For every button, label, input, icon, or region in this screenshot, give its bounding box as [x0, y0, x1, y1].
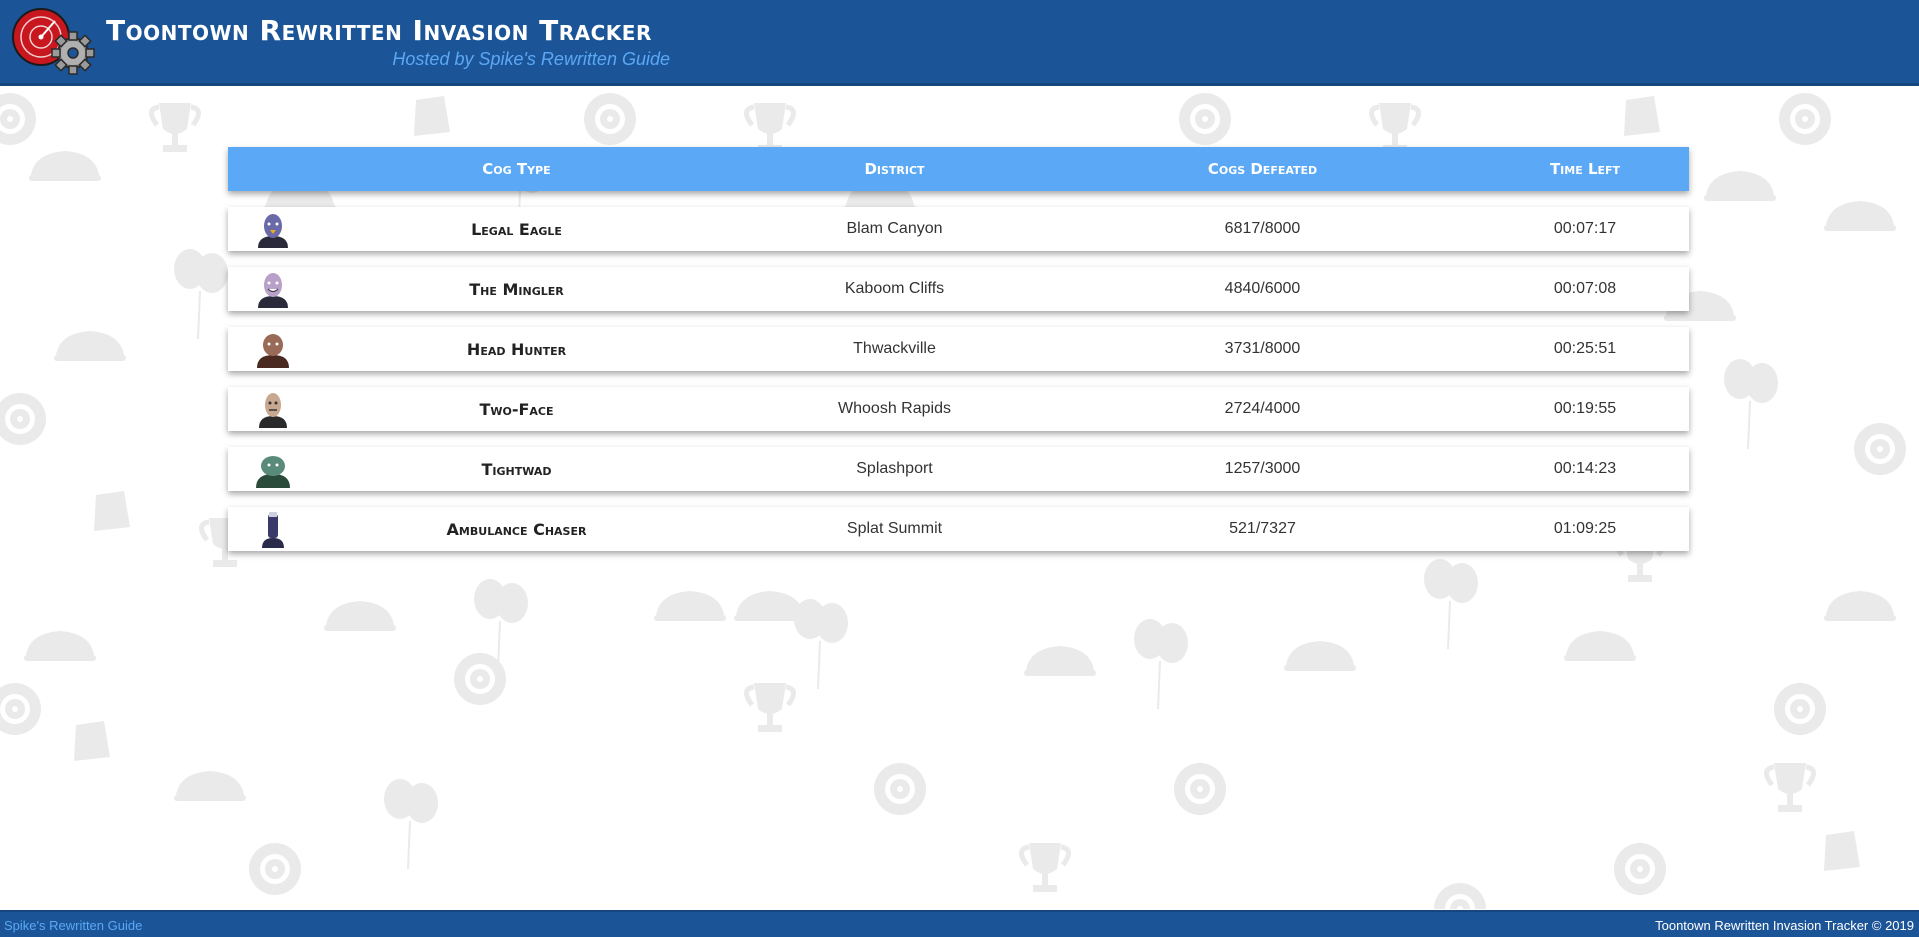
cog-avatar-icon: [254, 450, 292, 488]
cogs-defeated-cell: 2724/4000: [1224, 400, 1301, 417]
district-cell: Thwackville: [853, 340, 936, 357]
time-left-cell: 01:09:25: [1553, 520, 1617, 537]
cogs-defeated-cell: 1257/3000: [1224, 460, 1301, 477]
cog-avatar-icon: [254, 510, 292, 548]
cog-type-cell: Ambulance Chaser: [446, 519, 587, 539]
cog-avatar-icon: [254, 270, 292, 308]
cog-type-cell: The Mingler: [469, 279, 564, 299]
cogs-defeated-cell: 4840/6000: [1224, 280, 1301, 297]
district-cell: Kaboom Cliffs: [844, 280, 945, 297]
invasion-table: Cog Type District Cogs Defeated Time Lef…: [228, 147, 1689, 551]
table-header: Cog Type District Cogs Defeated Time Lef…: [228, 147, 1689, 191]
column-header-district[interactable]: District: [745, 160, 1044, 178]
table-row: Head Hunter Thwackville 3731/8000 00:25:…: [228, 327, 1689, 371]
cog-type-cell: Two-Face: [479, 399, 554, 419]
table-row: Ambulance Chaser Splat Summit 521/7327 0…: [228, 507, 1689, 551]
header-bar: Toontown Rewritten Invasion Tracker Host…: [0, 0, 1919, 86]
page-title: Toontown Rewritten Invasion Tracker: [106, 14, 652, 47]
cog-avatar-icon: [254, 390, 292, 428]
district-cell: Blam Canyon: [846, 220, 943, 237]
column-header-cogs-defeated[interactable]: Cogs Defeated: [1044, 160, 1481, 178]
time-left-cell: 00:25:51: [1553, 340, 1617, 357]
district-cell: Whoosh Rapids: [838, 400, 951, 417]
column-header-time-left[interactable]: Time Left: [1481, 160, 1689, 178]
table-row: Legal Eagle Blam Canyon 6817/8000 00:07:…: [228, 207, 1689, 251]
cog-type-cell: Tightwad: [481, 459, 552, 479]
title-block: Toontown Rewritten Invasion Tracker Host…: [106, 14, 670, 70]
table-row: Tightwad Splashport 1257/3000 00:14:23: [228, 447, 1689, 491]
footer-copyright: Toontown Rewritten Invasion Tracker © 20…: [1655, 918, 1914, 933]
district-cell: Splat Summit: [846, 520, 943, 537]
district-cell: Splashport: [856, 460, 933, 477]
cogs-defeated-cell: 3731/8000: [1224, 340, 1301, 357]
cogs-defeated-cell: 6817/8000: [1224, 220, 1301, 237]
radar-gear-icon: [11, 7, 95, 79]
table-row: The Mingler Kaboom Cliffs 4840/6000 00:0…: [228, 267, 1689, 311]
table-row: Two-Face Whoosh Rapids 2724/4000 00:19:5…: [228, 387, 1689, 431]
column-header-cog-type[interactable]: Cog Type: [228, 160, 745, 178]
time-left-cell: 00:07:17: [1553, 220, 1617, 237]
page-subtitle: Hosted by Spike's Rewritten Guide: [392, 49, 670, 69]
footer-guide-link[interactable]: Spike's Rewritten Guide: [4, 918, 142, 933]
cogs-defeated-cell: 521/7327: [1229, 520, 1296, 537]
time-left-cell: 00:14:23: [1553, 460, 1617, 477]
time-left-cell: 00:07:08: [1553, 280, 1617, 297]
cog-avatar-icon: [254, 210, 292, 248]
cog-type-cell: Legal Eagle: [471, 219, 562, 239]
cog-avatar-icon: [254, 330, 292, 368]
footer-bar: Spike's Rewritten Guide Toontown Rewritt…: [0, 910, 1919, 937]
cog-type-cell: Head Hunter: [466, 339, 567, 359]
time-left-cell: 00:19:55: [1553, 400, 1617, 417]
